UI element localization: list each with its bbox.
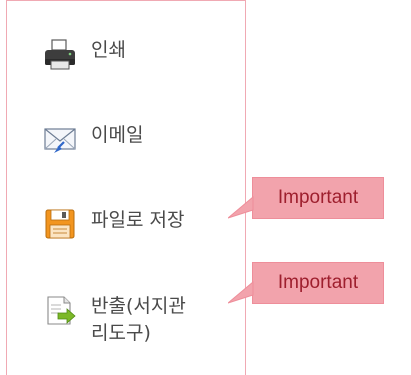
printer-icon <box>43 37 77 71</box>
callout-pointer <box>228 196 254 219</box>
important-callout-text: Important <box>277 187 359 208</box>
email-label: 이메일 <box>91 124 144 146</box>
export-options-panel: 인쇄 이메일 파일로 저장 반출(서지관 리도구) <box>6 0 246 375</box>
email-button[interactable]: 이메일 <box>43 122 231 156</box>
save-file-icon <box>43 207 77 241</box>
export-citation-manager-button[interactable]: 반출(서지관 리도구) <box>43 293 231 347</box>
important-callout-export: Important <box>252 262 384 304</box>
print-label: 인쇄 <box>91 39 126 61</box>
export-icon <box>43 293 77 327</box>
save-to-file-button[interactable]: 파일로 저장 <box>43 207 231 241</box>
callout-pointer <box>228 281 254 304</box>
save-to-file-label: 파일로 저장 <box>91 209 185 231</box>
print-button[interactable]: 인쇄 <box>43 37 231 71</box>
important-callout-save: Important <box>252 177 384 219</box>
export-options-screen: 인쇄 이메일 파일로 저장 반출(서지관 리도구) Important Impo… <box>0 0 411 375</box>
export-citation-manager-label: 반출(서지관 리도구) <box>91 295 186 344</box>
email-icon <box>43 122 77 156</box>
important-callout-text: Important <box>277 272 359 293</box>
